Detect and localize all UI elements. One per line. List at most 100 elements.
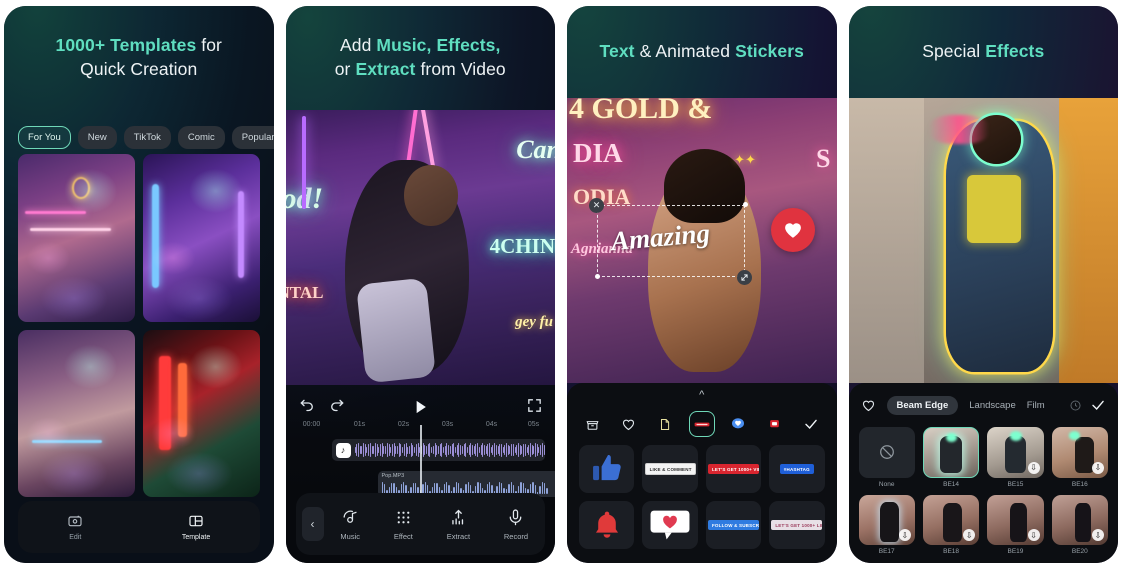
video-preview[interactable]: od! Can 4CHINE NTAL gey fu xyxy=(285,110,555,385)
check-icon[interactable] xyxy=(1090,397,1106,413)
chip-for-you[interactable]: For You xyxy=(18,126,71,149)
effect-label: BE15 xyxy=(1007,480,1024,488)
delete-handle-icon[interactable]: ✕ xyxy=(589,198,604,213)
fullscreen-icon[interactable] xyxy=(526,397,543,414)
header-highlight-effects: Effects xyxy=(985,41,1045,62)
sticker-item[interactable] xyxy=(579,501,635,549)
chip-comic[interactable]: Comic xyxy=(177,126,225,149)
download-icon[interactable]: ⇩ xyxy=(1027,529,1040,541)
effects-grid: None BE14 ⇩ BE15 ⇩ BE16 ⇩ BE17 ⇩ BE18 ⇩ … xyxy=(858,427,1108,555)
effect-thumbnail[interactable]: ⇩ xyxy=(858,494,915,545)
timer-icon[interactable] xyxy=(1069,399,1082,412)
chevron-up-icon[interactable]: ^ xyxy=(699,389,704,401)
sticker-category-row xyxy=(579,409,825,439)
header-plain-b: or xyxy=(334,59,356,79)
tool-label-extract: Extract xyxy=(446,531,471,541)
effect-thumbnail[interactable] xyxy=(922,427,980,478)
audio-clip-primary[interactable]: ♪ xyxy=(331,439,545,461)
panel-2-header: Add Music, Effects, or Extract from Vide… xyxy=(286,6,556,110)
nav-item-edit[interactable]: Edit xyxy=(67,513,83,541)
effect-item[interactable]: None xyxy=(858,427,915,488)
waveform-secondary xyxy=(381,479,556,494)
effect-thumbnail[interactable]: ⇩ xyxy=(922,494,980,545)
effect-item[interactable]: ⇩ BE20 xyxy=(1051,494,1108,555)
download-icon[interactable]: ⇩ xyxy=(1092,461,1104,474)
sticker-item[interactable]: #HASHTAG xyxy=(769,445,825,493)
sticker-item[interactable]: FOLLOW & SUBSCRIBE xyxy=(705,501,762,549)
sticker-preview[interactable]: 4 GOLD & DIA S ODIA Agnianna ✦✦ ✕ Amazin… xyxy=(567,98,837,383)
tab-film[interactable]: Film xyxy=(1027,400,1045,411)
effect-item[interactable]: ⇩ BE19 xyxy=(987,494,1044,555)
header-highlight-text: Text xyxy=(599,41,635,62)
template-card[interactable] xyxy=(142,154,260,322)
tool-extract[interactable]: Extract xyxy=(447,508,470,541)
undo-icon[interactable] xyxy=(298,397,316,415)
sticker-drawer: ^ LIKE & COMMENT LET'S GET 1000+ VI #HAS… xyxy=(567,383,837,563)
blue-heart-bubble-icon[interactable] xyxy=(725,411,751,437)
sticker-item[interactable]: LIKE & COMMENT xyxy=(642,445,698,493)
template-category-chips: For You New TikTok Comic Popular xyxy=(18,126,274,149)
tab-landscape[interactable]: Landscape xyxy=(969,400,1015,411)
effect-item[interactable]: ⇩ BE18 xyxy=(922,494,980,555)
heart-outline-icon[interactable] xyxy=(861,398,876,413)
page-icon[interactable] xyxy=(652,411,678,437)
sticker-item[interactable] xyxy=(579,445,635,493)
chip-new[interactable]: New xyxy=(77,126,117,149)
effect-thumbnail-none[interactable] xyxy=(858,427,915,478)
template-card[interactable] xyxy=(142,329,260,497)
sticker-label: LIKE & COMMENT xyxy=(644,463,696,475)
sticker-item[interactable] xyxy=(642,501,698,549)
sticker-item[interactable]: LET'S GET 1000+ VIEWS xyxy=(705,445,762,493)
effect-label: None xyxy=(878,480,895,488)
chip-tiktok[interactable]: TikTok xyxy=(123,126,171,149)
edit-camera-icon xyxy=(67,513,83,529)
red-speech-icon[interactable] xyxy=(762,411,788,437)
effect-item[interactable]: ⇩ BE15 xyxy=(987,427,1044,488)
effect-tab-row: Beam Edge Landscape Film xyxy=(861,393,1107,417)
effect-thumbnail[interactable]: ⇩ xyxy=(987,494,1044,545)
download-icon[interactable]: ⇩ xyxy=(898,529,911,541)
bottom-navigation-bar: Edit Template xyxy=(18,501,260,553)
panel-3-header: Text & Animated Stickers xyxy=(567,6,837,98)
effect-item[interactable]: ⇩ BE16 xyxy=(1051,427,1108,488)
panel-4-header: Special Effects xyxy=(849,6,1119,98)
play-icon[interactable] xyxy=(410,397,430,417)
tool-effect[interactable]: Effect xyxy=(394,508,413,541)
effect-preview[interactable] xyxy=(848,98,1118,383)
tab-beam-edge[interactable]: Beam Edge xyxy=(886,395,959,415)
header-plain-2: Quick Creation xyxy=(80,59,198,79)
sticker-item[interactable]: LET'S GET 1000+ LIKES xyxy=(769,501,825,549)
sticker-label: FOLLOW & SUBSCRIBE xyxy=(707,520,759,530)
panel-stickers: Text & Animated Stickers 4 GOLD & DIA S … xyxy=(567,6,837,563)
resize-handle-icon[interactable] xyxy=(737,270,752,285)
nav-item-template[interactable]: Template xyxy=(182,513,210,541)
chip-popular[interactable]: Popular xyxy=(231,126,274,149)
header-plain-a: Add xyxy=(340,35,377,56)
effect-thumbnail[interactable]: ⇩ xyxy=(1051,494,1108,545)
template-grid-icon xyxy=(188,513,204,529)
effect-item[interactable]: BE14 xyxy=(922,427,980,488)
store-icon[interactable] xyxy=(579,411,605,437)
download-icon[interactable]: ⇩ xyxy=(1092,529,1104,541)
template-card[interactable] xyxy=(18,154,135,322)
header-highlight-1: 1000+ Templates xyxy=(55,35,197,56)
redo-icon[interactable] xyxy=(328,397,346,415)
ruler-tick: 02s xyxy=(397,421,410,428)
heart-outline-icon[interactable] xyxy=(616,411,642,437)
tool-music[interactable]: Music xyxy=(340,508,360,541)
effect-item[interactable]: ⇩ BE17 xyxy=(858,494,915,555)
back-button[interactable]: ‹ xyxy=(301,507,324,541)
header-highlight-b: Extract xyxy=(355,59,416,79)
heart-sticker[interactable] xyxy=(770,208,815,252)
microphone-icon xyxy=(506,508,525,527)
header-highlight-stickers: Stickers xyxy=(735,41,804,62)
download-icon[interactable]: ⇩ xyxy=(1027,461,1040,474)
effect-thumbnail[interactable]: ⇩ xyxy=(987,427,1044,478)
effects-drawer: Beam Edge Landscape Film None BE14 ⇩ BE1… xyxy=(848,383,1118,563)
template-card[interactable] xyxy=(18,329,135,497)
banner-sticker-icon[interactable] xyxy=(688,411,715,437)
download-icon[interactable]: ⇩ xyxy=(963,529,976,541)
check-icon[interactable] xyxy=(798,411,824,437)
tool-record[interactable]: Record xyxy=(504,508,528,541)
effect-thumbnail[interactable]: ⇩ xyxy=(1051,427,1108,478)
